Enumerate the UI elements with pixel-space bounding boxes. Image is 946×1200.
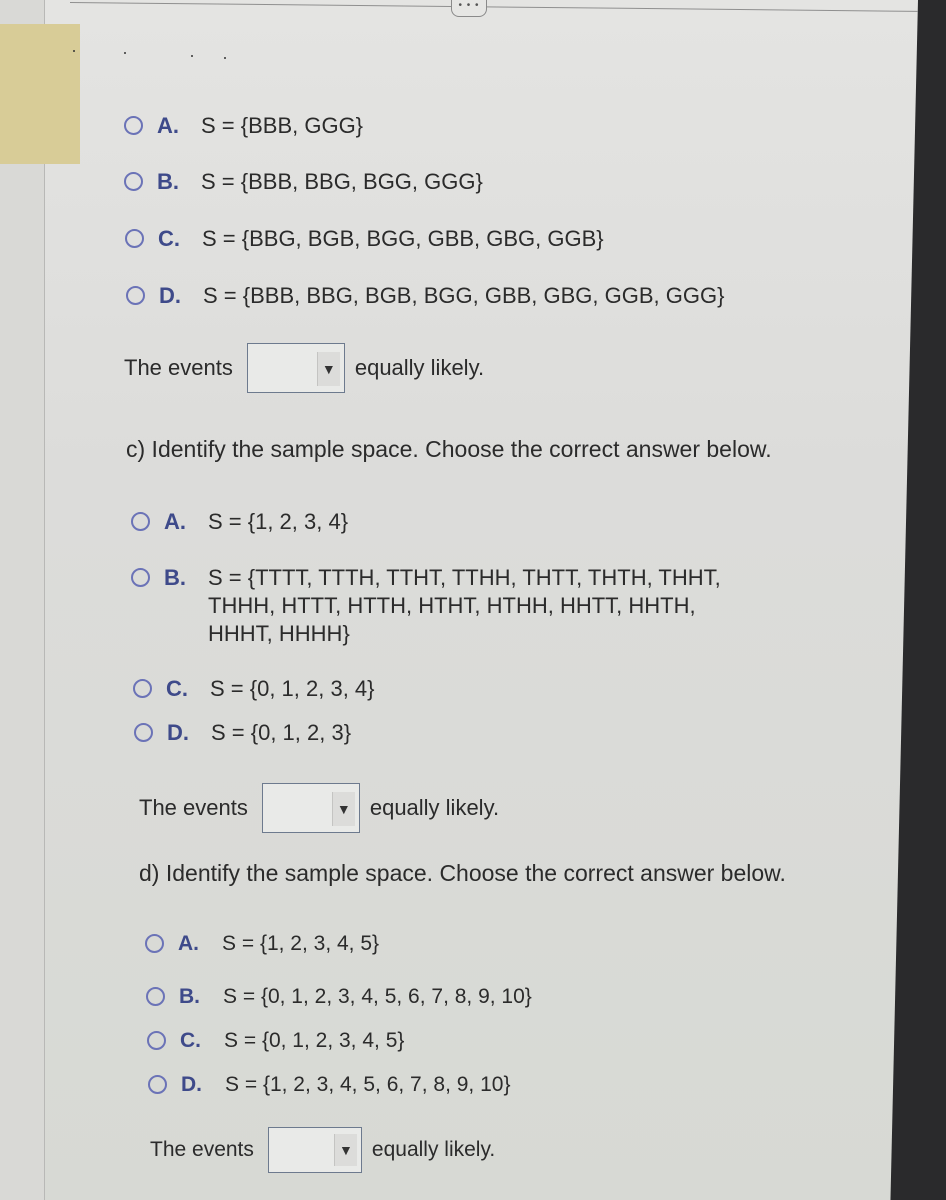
radio-button[interactable] xyxy=(145,934,164,953)
radio-button[interactable] xyxy=(133,679,152,698)
choice-text: S = {BBB, BBG, BGG, GGG} xyxy=(201,169,483,194)
choice-text: S = {1, 2, 3, 4} xyxy=(208,509,349,534)
radio-button[interactable] xyxy=(126,286,145,305)
choice-text: S = {0, 1, 2, 3} xyxy=(211,720,352,745)
choice-text: S = {BBG, BGB, BGG, GBB, GBG, GGB} xyxy=(202,226,604,251)
choice-letter: A. xyxy=(157,113,179,138)
events-suffix: equally likely. xyxy=(354,355,485,380)
choice-text: S = {BBB, BBG, BGB, BGG, GBB, GBG, GGB, … xyxy=(203,283,725,308)
events-label: The events xyxy=(139,795,248,820)
events-label: The events xyxy=(124,355,233,380)
choice-letter: A. xyxy=(164,509,186,534)
equally-likely-dropdown[interactable]: ▼ xyxy=(261,783,360,833)
choice-letter: D. xyxy=(167,720,189,745)
radio-button[interactable] xyxy=(147,1031,166,1050)
events-suffix: equally likely. xyxy=(371,1138,496,1161)
choice-text: S = {1, 2, 3, 4, 5, 6, 7, 8, 9, 10} xyxy=(225,1073,511,1096)
choice-text: S = {0, 1, 2, 3, 4} xyxy=(210,676,375,701)
choice-b-d[interactable]: D. S = {BBB, BBG, BGB, BGG, GBB, GBG, GG… xyxy=(126,282,724,310)
radio-button[interactable] xyxy=(124,116,143,135)
choice-d-a[interactable]: A. S = {1, 2, 3, 4, 5} xyxy=(145,930,379,958)
radio-button[interactable] xyxy=(131,568,150,587)
choice-c-a[interactable]: A. S = {1, 2, 3, 4} xyxy=(131,508,348,536)
dropdown-arrow-icon[interactable]: ▼ xyxy=(331,792,355,826)
choice-d-d[interactable]: D. S = {1, 2, 3, 4, 5, 6, 7, 8, 9, 10} xyxy=(148,1071,510,1099)
choice-c-b[interactable]: B. S = {TTTT, TTTH, TTHT, TTHH, THTT, TH… xyxy=(131,564,721,648)
choice-text: S = {0, 1, 2, 3, 4, 5, 6, 7, 8, 9, 10} xyxy=(223,985,532,1008)
choice-b-c[interactable]: C. S = {BBG, BGB, BGG, GBB, GBG, GGB} xyxy=(125,225,604,253)
choice-letter: B. xyxy=(179,985,200,1008)
choice-letter: B. xyxy=(164,565,186,590)
screen: • • • A. S = {BBB, GGG} B. S = {BBB, BBG… xyxy=(0,0,918,1200)
events-row-b: The events ▼ equally likely. xyxy=(124,343,484,393)
choice-c-d[interactable]: D. S = {0, 1, 2, 3} xyxy=(134,719,351,747)
events-row-c: The events ▼ equally likely. xyxy=(139,783,499,833)
choice-letter: C. xyxy=(180,1029,201,1052)
equally-likely-dropdown[interactable]: ▼ xyxy=(267,1127,362,1173)
dropdown-arrow-icon[interactable]: ▼ xyxy=(316,352,340,386)
question-d: d) Identify the sample space. Choose the… xyxy=(139,860,786,886)
choice-c-c[interactable]: C. S = {0, 1, 2, 3, 4} xyxy=(133,675,375,703)
choice-letter: C. xyxy=(166,676,188,701)
radio-button[interactable] xyxy=(146,987,165,1006)
equally-likely-dropdown[interactable]: ▼ xyxy=(246,343,345,393)
events-row-d: The events ▼ equally likely. xyxy=(150,1127,495,1173)
dropdown-arrow-icon[interactable]: ▼ xyxy=(333,1134,357,1166)
choice-letter: A. xyxy=(178,932,199,955)
highlight-block xyxy=(0,24,80,164)
radio-button[interactable] xyxy=(131,512,150,531)
more-icon: • • • xyxy=(458,0,480,11)
radio-button[interactable] xyxy=(148,1075,167,1094)
choice-text: S = {1, 2, 3, 4, 5} xyxy=(222,932,380,955)
radio-button[interactable] xyxy=(125,229,144,248)
resize-handle[interactable]: • • • xyxy=(451,0,487,17)
choice-b-a[interactable]: A. S = {BBB, GGG} xyxy=(124,112,363,140)
choice-b-b[interactable]: B. S = {BBB, BBG, BGG, GGG} xyxy=(124,168,483,196)
choice-letter: D. xyxy=(159,283,181,308)
choice-d-c[interactable]: C. S = {0, 1, 2, 3, 4, 5} xyxy=(147,1027,404,1055)
choice-text: S = {BBB, GGG} xyxy=(201,113,364,138)
radio-button[interactable] xyxy=(124,172,143,191)
events-label: The events xyxy=(150,1138,254,1161)
choice-d-b[interactable]: B. S = {0, 1, 2, 3, 4, 5, 6, 7, 8, 9, 10… xyxy=(146,983,532,1011)
choice-letter: B. xyxy=(157,169,179,194)
events-suffix: equally likely. xyxy=(369,795,500,820)
panel-divider[interactable] xyxy=(69,2,918,13)
choice-letter: C. xyxy=(158,226,180,251)
choice-letter: D. xyxy=(181,1073,202,1096)
left-panel xyxy=(0,0,45,1200)
question-c: c) Identify the sample space. Choose the… xyxy=(126,436,772,462)
choice-text: S = {TTTT, TTTH, TTHT, TTHH, THTT, THTH,… xyxy=(208,565,721,646)
choice-text: S = {0, 1, 2, 3, 4, 5} xyxy=(224,1029,405,1052)
radio-button[interactable] xyxy=(134,723,153,742)
